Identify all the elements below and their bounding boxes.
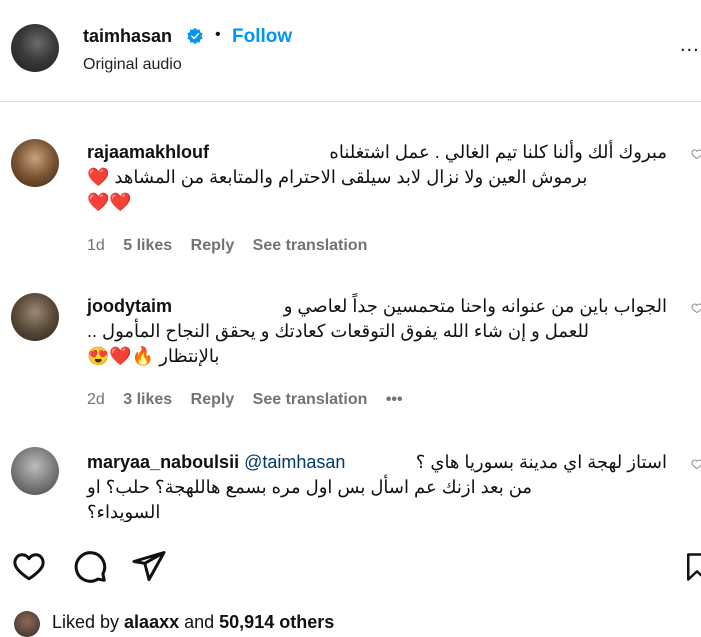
liker-avatar[interactable] [14, 611, 40, 637]
comment-more-icon[interactable]: ••• [386, 391, 403, 408]
post-header: taimhasan • Follow Original audio ... [0, 0, 701, 100]
comment-meta: 2d 3 likes Reply See translation ••• [87, 391, 417, 409]
header-separator: • [215, 26, 221, 43]
heart-icon[interactable] [691, 458, 701, 470]
comment-body-line: برموش العين ولا نزال لابد سيلقى الاحترام… [87, 167, 588, 187]
comment-body-line: من بعد ازنك عم اسأل بس اول مره بسمع هالل… [87, 477, 533, 497]
comment-text: rajaamakhlouf مبروك ألك وألنا كلنا تيم ا… [87, 140, 667, 215]
commenter-avatar[interactable] [11, 139, 59, 187]
comment-body-line: الجواب باين من عنوانه واحنا متحمسين جداً… [283, 296, 667, 316]
commenter-username[interactable]: joodytaim [87, 294, 172, 319]
comment-icon[interactable] [72, 548, 108, 584]
likes-count[interactable]: 50,914 others [219, 612, 334, 632]
original-audio-link[interactable]: Original audio [83, 56, 182, 74]
commenter-avatar[interactable] [11, 447, 59, 495]
comment-body-line: للعمل و إن شاء الله يفوق التوقعات كعادتك… [87, 321, 589, 341]
liked-by-middle: and [179, 612, 220, 632]
liker-username[interactable]: alaaxx [124, 612, 179, 632]
mention-link[interactable]: @taimhasan [244, 452, 345, 472]
follow-button[interactable]: Follow [232, 26, 292, 48]
comments-list[interactable]: rajaamakhlouf مبروك ألك وألنا كلنا تيم ا… [0, 102, 701, 522]
commenter-username[interactable]: maryaa_naboulsii [87, 452, 239, 472]
comment-meta: 1d 5 likes Reply See translation [87, 237, 381, 255]
author-username[interactable]: taimhasan [83, 26, 172, 47]
share-icon[interactable] [131, 548, 167, 584]
comment-time: 2d [87, 391, 105, 408]
comment-time: 1d [87, 237, 105, 254]
comment-body-line: مبروك ألك وألنا كلنا تيم الغالي . عمل اش… [329, 142, 667, 162]
heart-icon[interactable] [691, 302, 701, 314]
comment-likes[interactable]: 3 likes [123, 391, 172, 408]
post-actions-bar [0, 540, 701, 590]
reply-button[interactable]: Reply [191, 391, 235, 408]
commenter-username[interactable]: rajaamakhlouf [87, 140, 209, 165]
comment-likes[interactable]: 5 likes [123, 237, 172, 254]
see-translation-button[interactable]: See translation [253, 237, 368, 254]
comment-body-line: استاز لهجة اي مدينة بسوريا هاي ؟ [415, 452, 667, 472]
comment-body-line: السويداء؟ [87, 502, 161, 522]
commenter-avatar[interactable] [11, 293, 59, 341]
heart-icon[interactable] [11, 548, 47, 584]
liked-by-row: Liked by alaaxx and 50,914 others [0, 604, 701, 637]
liked-by-prefix: Liked by [52, 612, 125, 632]
comment-text: joodytaim الجواب باين من عنوانه واحنا مت… [87, 294, 667, 369]
reply-button[interactable]: Reply [191, 237, 235, 254]
verified-badge-icon [187, 27, 203, 45]
save-icon[interactable] [682, 550, 701, 584]
heart-icon[interactable] [691, 148, 701, 160]
see-translation-button[interactable]: See translation [253, 391, 368, 408]
liked-by-text: Liked by alaaxx and 50,914 others [52, 612, 334, 633]
more-options-icon[interactable]: ... [680, 34, 700, 57]
comment-body-line: بالإنتظار 🔥❤️😍 [87, 346, 220, 366]
comment-text: maryaa_naboulsii @taimhasan استاز لهجة ا… [87, 450, 667, 522]
author-avatar[interactable] [11, 24, 59, 72]
comment-body-line: ❤️❤️ [87, 192, 132, 212]
